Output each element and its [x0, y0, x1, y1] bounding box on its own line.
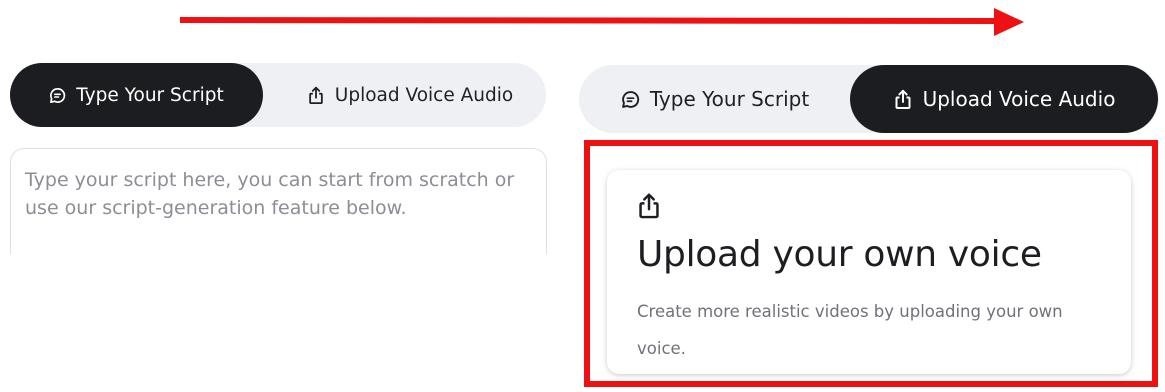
input-mode-toggle-before: Type Your Script Upload Voice Audio: [10, 63, 546, 127]
script-textarea[interactable]: Type your script here, you can start fro…: [10, 148, 547, 263]
transition-arrow-icon: [179, 8, 1024, 36]
input-mode-toggle-after: Type Your Script Upload Voice Audio: [579, 65, 1159, 133]
tab-type-your-script[interactable]: Type Your Script: [579, 65, 851, 133]
share-upload-icon: [893, 89, 913, 110]
share-upload-icon: [307, 86, 325, 105]
upload-card-description: Create more realistic videos by uploadin…: [637, 302, 1063, 358]
chat-bubble-icon: [621, 90, 640, 109]
tab-label: Upload Voice Audio: [922, 87, 1116, 111]
script-placeholder: Type your script here, you can start fro…: [25, 169, 515, 219]
upload-card-title: Upload your own voice: [637, 234, 1042, 275]
tab-label: Type Your Script: [76, 84, 224, 106]
share-upload-icon: [636, 192, 662, 225]
tab-label: Type Your Script: [649, 87, 810, 111]
chat-bubble-icon: [49, 87, 66, 104]
tab-upload-voice-audio[interactable]: Upload Voice Audio: [274, 63, 546, 127]
upload-voice-card[interactable]: Upload your own voice Create more realis…: [607, 170, 1131, 374]
tab-type-your-script[interactable]: Type Your Script: [10, 63, 263, 127]
tab-label: Upload Voice Audio: [334, 84, 514, 106]
tab-upload-voice-audio[interactable]: Upload Voice Audio: [850, 65, 1158, 133]
